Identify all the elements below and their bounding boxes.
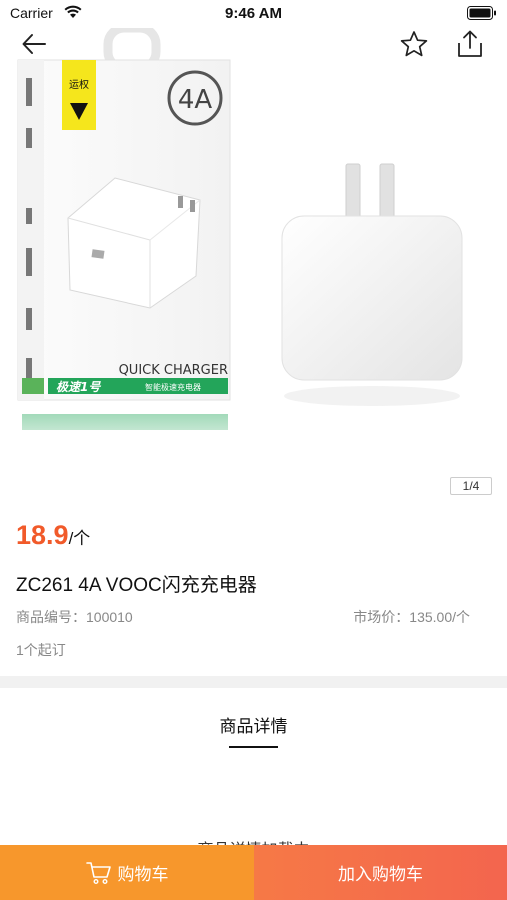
box-subtext: 极速1号 — [56, 380, 101, 394]
price-row: 18.9 /个 — [16, 520, 90, 551]
cart-button-label: 购物车 — [117, 865, 169, 884]
add-to-cart-button[interactable]: 加入购物车 — [254, 845, 507, 900]
box-subtext2: 智能极速充电器 — [145, 382, 201, 392]
price-value: 18.9 — [16, 520, 69, 550]
box-label-text: QUICK CHARGER — [119, 363, 228, 378]
add-to-cart-label: 加入购物车 — [338, 865, 423, 884]
product-image: 运权 4A QUICK CHARGER 极速1号 智能极速充电器 — [17, 28, 463, 460]
bottom-action-bar: 购物车 加入购物车 — [0, 845, 507, 900]
box-rating-text: 4A — [178, 85, 213, 115]
product-code: 商品编号：100010 — [16, 609, 133, 625]
tab-product-details[interactable]: 商品详情 — [0, 712, 507, 737]
cart-button[interactable]: 购物车 — [0, 845, 254, 900]
tab-active-indicator — [229, 746, 278, 748]
status-time: 9:46 AM — [225, 5, 282, 22]
section-divider — [0, 676, 507, 688]
price-unit: /个 — [68, 529, 91, 548]
page-indicator: 1/4 — [450, 477, 492, 495]
product-image-gallery[interactable]: 运权 4A QUICK CHARGER 极速1号 智能极速充电器 1/4 — [0, 28, 507, 498]
battery-icon — [467, 6, 496, 20]
minimum-order: 1个起订 — [16, 642, 66, 658]
shopping-cart-icon — [85, 861, 111, 884]
box-brand-text: 运权 — [69, 78, 89, 91]
status-bar: Carrier 9:46 AM — [0, 0, 507, 28]
market-price: 市场价：135.00/个 — [353, 609, 470, 625]
product-title: ZC261 4A VOOC闪充充电器 — [16, 575, 257, 596]
